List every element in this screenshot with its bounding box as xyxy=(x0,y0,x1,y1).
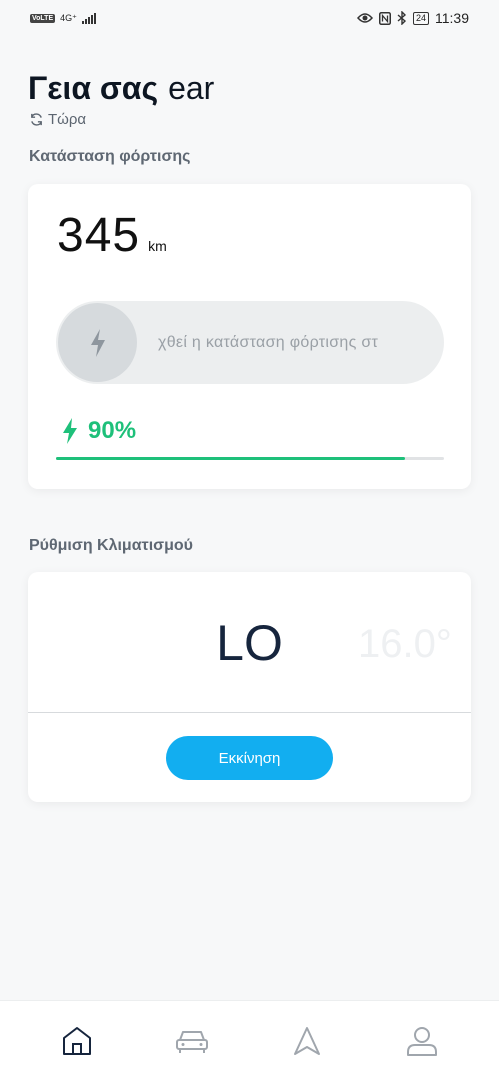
status-left: VoLTE 4G⁺ xyxy=(30,12,96,24)
charging-section-title: Κατάσταση φόρτισης xyxy=(29,148,191,165)
status-bar: VoLTE 4G⁺ 24 11:39 xyxy=(0,0,499,36)
charge-level: 90% xyxy=(62,417,136,445)
slider-handle[interactable] xyxy=(58,303,137,382)
refresh-label: Τώρα xyxy=(48,111,87,128)
charging-card: 345 km χθεί η κατάσταση φόρτισης στ 90% xyxy=(28,184,471,489)
eye-icon xyxy=(356,13,373,23)
refresh-status[interactable]: Τώρα xyxy=(29,111,86,128)
greeting: Γεια σας ear xyxy=(28,70,214,107)
climate-section-title: Ρύθμιση Κλιματισμού xyxy=(29,537,193,554)
refresh-icon[interactable] xyxy=(29,112,44,127)
slider-text: χθεί η κατάσταση φόρτισης στ xyxy=(158,301,428,384)
divider xyxy=(28,712,471,713)
lightning-icon xyxy=(90,328,105,357)
clock: 11:39 xyxy=(435,10,469,26)
profile-icon[interactable] xyxy=(406,1025,438,1057)
bottom-navigation xyxy=(0,1000,499,1080)
user-name: ear xyxy=(168,70,215,106)
volte-indicator: VoLTE xyxy=(30,13,56,23)
nfc-icon xyxy=(378,11,391,25)
network-type: 4G⁺ xyxy=(60,12,77,23)
home-icon[interactable] xyxy=(61,1026,93,1056)
nav-navigation[interactable] xyxy=(277,1011,337,1071)
status-right: 24 11:39 xyxy=(356,10,469,26)
climate-card: LO 16.0° Εκκίνηση xyxy=(28,572,471,802)
charging-bolt-icon xyxy=(63,418,77,444)
slider-label: χθεί η κατάσταση φόρτισης στ xyxy=(158,333,379,351)
greeting-text: Γεια σας xyxy=(28,70,159,106)
charge-percentage: 90% xyxy=(88,417,137,444)
bluetooth-icon xyxy=(397,11,407,25)
nav-profile[interactable] xyxy=(392,1011,452,1071)
signal-icon xyxy=(81,12,96,24)
start-climate-button[interactable]: Εκκίνηση xyxy=(166,736,333,780)
car-icon[interactable] xyxy=(175,1028,209,1054)
next-temperature-value[interactable]: 16.0° xyxy=(358,622,452,667)
navigation-icon[interactable] xyxy=(293,1026,321,1056)
charge-progress-fill xyxy=(56,457,406,460)
nav-vehicle[interactable] xyxy=(162,1011,222,1071)
nav-home[interactable] xyxy=(47,1011,107,1071)
range-unit: km xyxy=(148,238,167,254)
battery-icon: 24 xyxy=(412,11,429,25)
range-value: 345 xyxy=(57,209,141,262)
charge-progress-bar xyxy=(56,457,444,460)
battery-level: 24 xyxy=(415,13,426,23)
range-display: 345 km xyxy=(57,208,167,263)
charge-slider[interactable]: χθεί η κατάσταση φόρτισης στ xyxy=(56,301,444,384)
